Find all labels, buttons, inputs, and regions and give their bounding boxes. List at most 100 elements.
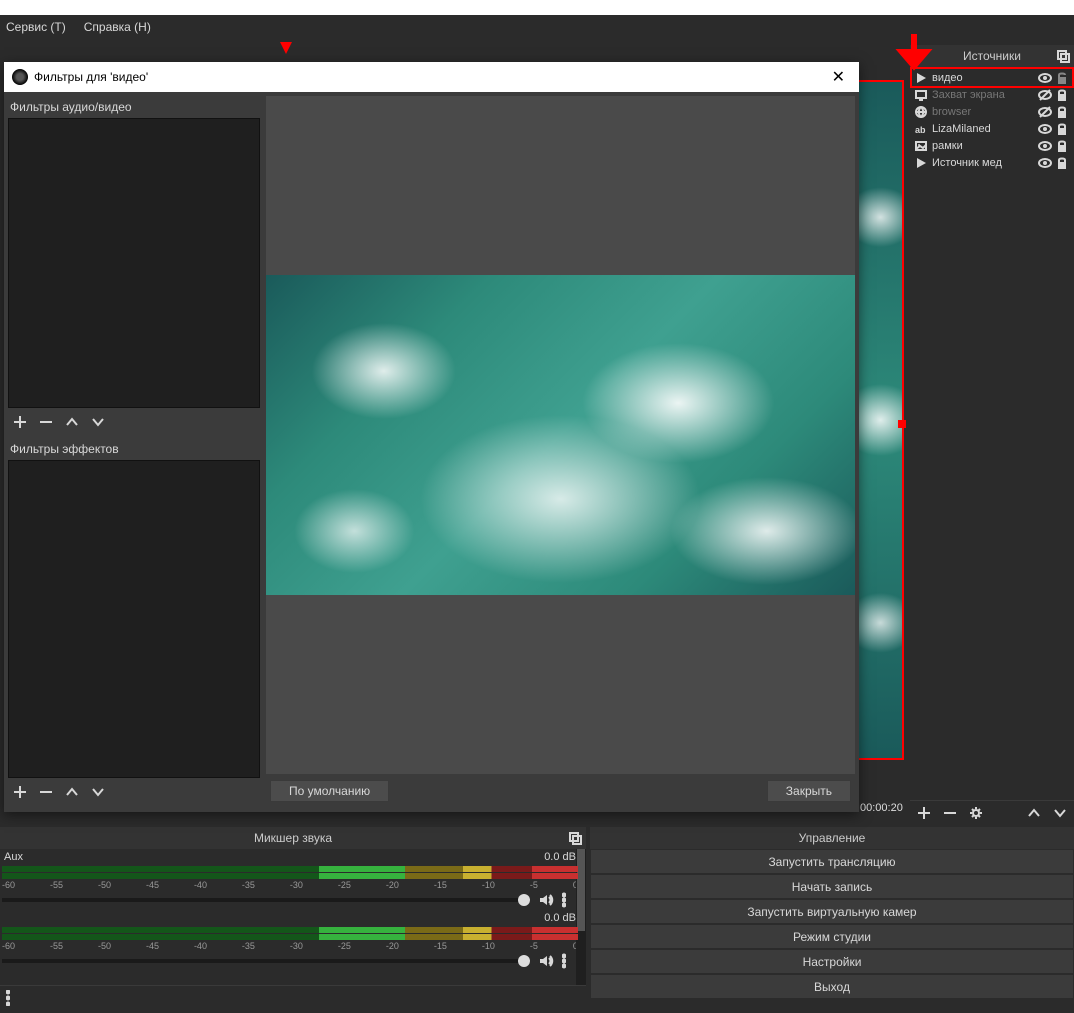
- menu-service[interactable]: Сервис (T): [6, 20, 66, 34]
- dialog-close-button[interactable]: ✕: [826, 67, 851, 87]
- add-filter-button[interactable]: [12, 414, 28, 430]
- monitor-icon: [914, 88, 928, 102]
- controls-header: Управление: [590, 827, 1074, 849]
- source-name: Источник мед: [932, 157, 1034, 169]
- visibility-toggle[interactable]: [1038, 105, 1052, 119]
- source-name: видео: [932, 72, 1034, 84]
- audio-video-filters-label: Фильтры аудио/видео: [8, 96, 260, 118]
- control-button[interactable]: Настройки: [590, 949, 1074, 974]
- move-source-up-button[interactable]: [1026, 805, 1042, 821]
- source-name: рамки: [932, 140, 1034, 152]
- sources-toolbar: [910, 800, 1074, 825]
- source-name: LizaMilaned: [932, 123, 1034, 135]
- svg-text:ab: ab: [915, 125, 926, 135]
- play-icon: [914, 156, 928, 170]
- control-button[interactable]: Режим студии: [590, 924, 1074, 949]
- slider-thumb[interactable]: [518, 955, 530, 967]
- volume-slider[interactable]: [2, 898, 530, 902]
- remove-filter-button[interactable]: [38, 414, 54, 430]
- sources-list[interactable]: видео Захват экрана browser ab LizaMilaned ра…: [910, 67, 1074, 800]
- add-effect-button[interactable]: [12, 784, 28, 800]
- scene-preview-selection[interactable]: [859, 80, 904, 760]
- source-row[interactable]: Источник мед: [912, 154, 1072, 171]
- visibility-toggle[interactable]: [1038, 71, 1052, 85]
- channel-db: 0.0 dB: [544, 912, 576, 924]
- menu-help[interactable]: Справка (H): [84, 20, 151, 34]
- mixer-body: Aux0.0 dB-60-55-50-45-40-35-30-25-20-15-…: [0, 849, 586, 985]
- lock-toggle[interactable]: [1056, 105, 1070, 119]
- move-filter-down-button[interactable]: [90, 414, 106, 430]
- scrollbar-thumb[interactable]: [577, 849, 585, 931]
- source-row[interactable]: видео: [912, 69, 1072, 86]
- dialog-titlebar: Фильтры для 'видео' ✕: [4, 62, 859, 92]
- control-button[interactable]: Запустить виртуальную камер: [590, 899, 1074, 924]
- av-filter-toolbar: [8, 412, 260, 438]
- source-name: browser: [932, 106, 1034, 118]
- source-row[interactable]: ab LizaMilaned: [912, 120, 1072, 137]
- mute-button[interactable]: [538, 953, 554, 969]
- vu-scale: -60-55-50-45-40-35-30-25-20-15-10-50: [2, 941, 578, 951]
- vu-meter: [2, 866, 578, 872]
- lock-toggle[interactable]: [1056, 122, 1070, 136]
- close-button[interactable]: Закрыть: [767, 780, 851, 802]
- source-row[interactable]: Захват экрана: [912, 86, 1072, 103]
- preview-video-thumbnail: [266, 275, 855, 595]
- move-effect-down-button[interactable]: [90, 784, 106, 800]
- visibility-toggle[interactable]: [1038, 88, 1052, 102]
- visibility-toggle[interactable]: [1038, 139, 1052, 153]
- lock-toggle[interactable]: [1056, 71, 1070, 85]
- mixer-footer: [0, 985, 586, 1013]
- text-icon: ab: [914, 122, 928, 136]
- visibility-toggle[interactable]: [1038, 122, 1052, 136]
- source-row[interactable]: рамки: [912, 137, 1072, 154]
- lock-toggle[interactable]: [1056, 139, 1070, 153]
- channel-db: 0.0 dB: [544, 851, 576, 863]
- source-name: Захват экрана: [932, 89, 1034, 101]
- window-titlebar-spacer: [0, 0, 1074, 15]
- defaults-button[interactable]: По умолчанию: [270, 780, 389, 802]
- mixer-title: Микшер звука: [254, 831, 332, 845]
- image-icon: [914, 139, 928, 153]
- control-button[interactable]: Запустить трансляцию: [590, 849, 1074, 874]
- filters-dialog: Фильтры для 'видео' ✕ Фильтры аудио/виде…: [4, 62, 859, 812]
- obs-logo-icon: [12, 69, 28, 85]
- control-button[interactable]: Начать запись: [590, 874, 1074, 899]
- move-filter-up-button[interactable]: [64, 414, 80, 430]
- slider-thumb[interactable]: [518, 894, 530, 906]
- popout-icon[interactable]: [1056, 49, 1070, 63]
- vu-meter: [2, 873, 578, 879]
- mixer-menu-icon[interactable]: [6, 990, 10, 1006]
- sources-title: Источники: [963, 49, 1021, 63]
- mixer-header: Микшер звука: [0, 827, 586, 849]
- control-button[interactable]: Выход: [590, 974, 1074, 999]
- vu-meter: [2, 927, 578, 933]
- sources-panel: Источники видео Захват экрана browser ab Liz…: [910, 45, 1074, 825]
- vu-meter: [2, 934, 578, 940]
- mixer-channel: Aux0.0 dB-60-55-50-45-40-35-30-25-20-15-…: [0, 849, 586, 910]
- controls-button-list: Запустить трансляциюНачать записьЗапусти…: [590, 849, 1074, 999]
- filter-preview: [266, 96, 855, 774]
- lock-toggle[interactable]: [1056, 156, 1070, 170]
- lock-toggle[interactable]: [1056, 88, 1070, 102]
- effect-filters-label: Фильтры эффектов: [8, 438, 260, 460]
- source-row[interactable]: browser: [912, 103, 1072, 120]
- selection-handle-icon[interactable]: [898, 420, 906, 428]
- popout-icon[interactable]: [568, 831, 582, 845]
- remove-source-button[interactable]: [942, 805, 958, 821]
- dialog-title: Фильтры для 'видео': [34, 70, 148, 84]
- effect-filters-list[interactable]: [8, 460, 260, 778]
- audio-video-filters-list[interactable]: [8, 118, 260, 408]
- source-properties-button[interactable]: [968, 805, 984, 821]
- media-time: 00:00:20: [860, 802, 903, 814]
- move-effect-up-button[interactable]: [64, 784, 80, 800]
- mute-button[interactable]: [538, 892, 554, 908]
- volume-slider[interactable]: [2, 959, 530, 963]
- audio-mixer-panel: Микшер звука Aux0.0 dB-60-55-50-45-40-35…: [0, 827, 586, 1013]
- visibility-toggle[interactable]: [1038, 156, 1052, 170]
- remove-effect-button[interactable]: [38, 784, 54, 800]
- annotation-marker-icon: [280, 42, 292, 54]
- mixer-channel: 0.0 dB -60-55-50-45-40-35-30-25-20-15-10-…: [0, 910, 586, 971]
- add-source-button[interactable]: [916, 805, 932, 821]
- move-source-down-button[interactable]: [1052, 805, 1068, 821]
- controls-title: Управление: [799, 831, 866, 845]
